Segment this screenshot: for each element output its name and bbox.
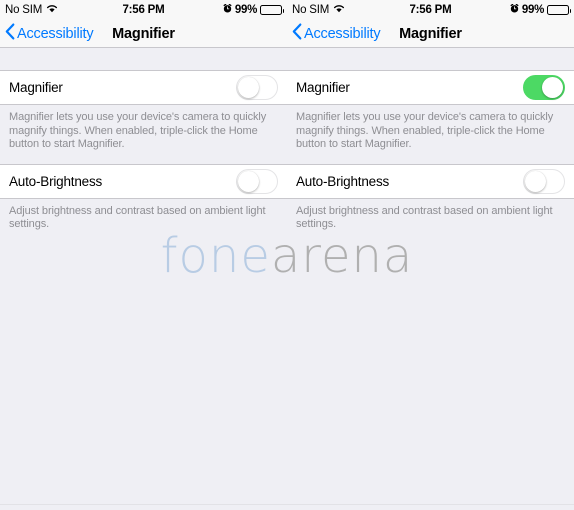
magnifier-label: Magnifier [9, 80, 63, 95]
auto-brightness-row[interactable]: Auto-Brightness [0, 163, 287, 199]
back-button[interactable]: Accessibility [287, 23, 381, 44]
settings-content: Magnifier Magnifier lets you use your de… [287, 48, 574, 510]
screenshot-comparison: No SIM 7:56 PM 99% Accessibility Magnifi… [0, 0, 574, 510]
auto-brightness-label: Auto-Brightness [9, 173, 103, 189]
chevron-left-icon [5, 23, 15, 44]
bottom-divider [0, 504, 574, 505]
status-bar-right: 99% [510, 3, 571, 16]
status-bar: No SIM 7:56 PM 99% [287, 0, 574, 20]
top-spacer [0, 48, 287, 70]
back-button-label: Accessibility [17, 25, 94, 42]
toggle-knob [525, 170, 546, 192]
auto-brightness-toggle[interactable] [523, 168, 565, 194]
settings-content: Magnifier Magnifier lets you use your de… [0, 48, 287, 510]
alarm-clock-icon [223, 3, 232, 16]
magnifier-row[interactable]: Magnifier [287, 70, 574, 105]
navigation-bar: Accessibility Magnifier [0, 20, 287, 48]
phone-screen-left: No SIM 7:56 PM 99% Accessibility Magnifi… [0, 0, 287, 510]
auto-brightness-description: Adjust brightness and contrast based on … [9, 204, 266, 231]
magnifier-label: Magnifier [296, 80, 350, 95]
toggle-knob [238, 170, 259, 192]
toggle-knob [542, 77, 563, 98]
magnifier-row[interactable]: Magnifier [0, 70, 287, 105]
alarm-clock-icon [510, 3, 519, 16]
status-bar-right: 99% [223, 3, 284, 16]
auto-brightness-label: Auto-Brightness [296, 173, 390, 189]
navigation-bar: Accessibility Magnifier [287, 20, 574, 48]
magnifier-description: Magnifier lets you use your device's cam… [296, 111, 554, 150]
magnifier-toggle[interactable] [523, 75, 565, 100]
auto-brightness-toggle[interactable] [236, 168, 278, 194]
status-bar: No SIM 7:56 PM 99% [0, 0, 287, 20]
chevron-left-icon [292, 23, 302, 44]
top-spacer [287, 48, 574, 70]
back-button-label: Accessibility [304, 25, 381, 42]
auto-brightness-description: Adjust brightness and contrast based on … [296, 204, 553, 231]
toggle-knob [238, 77, 259, 98]
magnifier-description: Magnifier lets you use your device's cam… [9, 111, 267, 150]
battery-percent-label: 99% [234, 4, 257, 16]
phone-screen-right: No SIM 7:56 PM 99% Accessibility Magnifi… [287, 0, 574, 510]
magnifier-toggle[interactable] [236, 75, 278, 100]
auto-brightness-row[interactable]: Auto-Brightness [287, 163, 574, 199]
back-button[interactable]: Accessibility [0, 23, 94, 44]
battery-percent-label: 99% [521, 4, 544, 16]
battery-icon [547, 5, 571, 15]
battery-icon [260, 5, 284, 15]
